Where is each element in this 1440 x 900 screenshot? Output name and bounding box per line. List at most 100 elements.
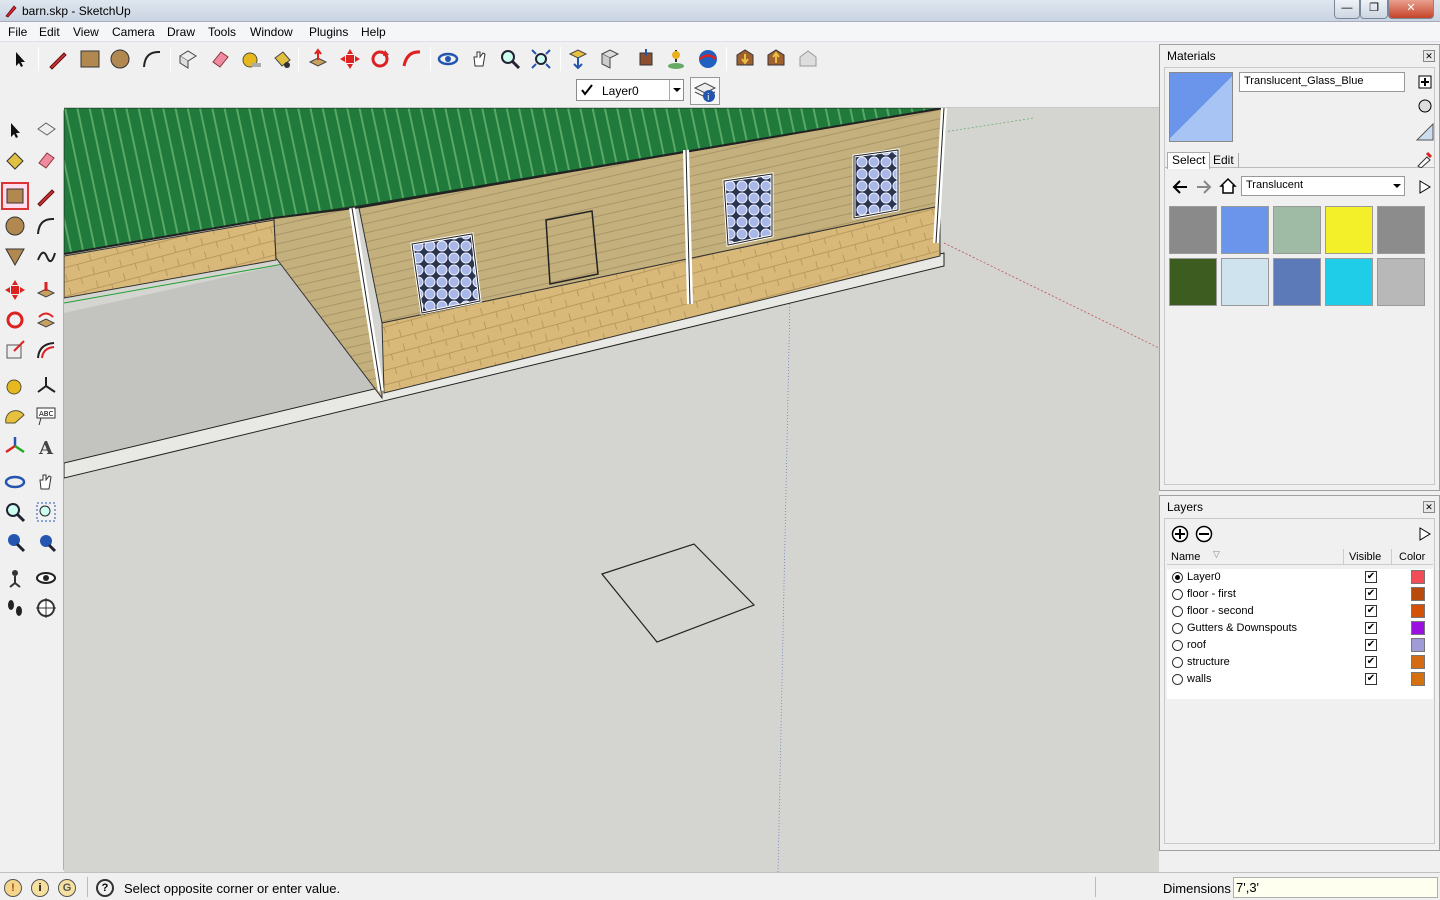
close-icon[interactable]: ✕	[1423, 501, 1435, 513]
zoom-extents-icon[interactable]	[32, 528, 60, 556]
make-component-icon[interactable]	[174, 45, 202, 73]
maximize-button[interactable]: ❐	[1360, 0, 1388, 19]
active-layer-radio[interactable]	[1172, 640, 1183, 651]
visible-checkbox[interactable]: ✔	[1365, 656, 1377, 668]
menu-tools[interactable]: Tools	[208, 25, 236, 39]
material-swatch[interactable]	[1169, 206, 1217, 254]
tape-measure-icon[interactable]	[1, 372, 29, 400]
eraser-icon[interactable]	[32, 146, 60, 174]
pan-icon[interactable]	[32, 468, 60, 496]
add-location-icon[interactable]	[662, 45, 690, 73]
user-icon[interactable]: G	[58, 879, 76, 897]
scale-icon[interactable]	[1, 336, 29, 364]
menu-view[interactable]: View	[73, 25, 99, 39]
section-plane-icon[interactable]	[32, 594, 60, 622]
menu-file[interactable]: File	[8, 25, 27, 39]
extension-warehouse-icon[interactable]	[794, 45, 822, 73]
menu-edit[interactable]: Edit	[39, 25, 60, 39]
zoom-icon[interactable]	[1, 498, 29, 526]
tape-measure-icon[interactable]	[237, 45, 265, 73]
geo-location-icon[interactable]: !	[4, 879, 22, 897]
layer-row[interactable]: Layer0 ✔	[1167, 569, 1435, 586]
minimize-button[interactable]: —	[1334, 0, 1360, 19]
layer-row[interactable]: Gutters & Downspouts ✔	[1167, 620, 1435, 637]
menu-draw[interactable]: Draw	[167, 25, 195, 39]
material-swatch[interactable]	[1377, 206, 1425, 254]
eyedropper-icon[interactable]	[1415, 150, 1433, 168]
tab-edit[interactable]: Edit	[1209, 153, 1239, 168]
line-icon[interactable]	[32, 182, 60, 210]
position-camera-icon[interactable]	[1, 564, 29, 592]
material-swatch[interactable]	[1221, 206, 1269, 254]
active-layer-radio[interactable]	[1172, 606, 1183, 617]
menu-window[interactable]: Window	[250, 25, 293, 39]
get-models-icon[interactable]	[564, 45, 592, 73]
add-layer-icon[interactable]	[1171, 525, 1189, 543]
credits-icon[interactable]: i	[31, 879, 49, 897]
circle-tool-icon[interactable]	[106, 45, 134, 73]
material-swatch[interactable]	[1377, 258, 1425, 306]
pencil-tool-icon[interactable]	[44, 45, 72, 73]
visible-checkbox[interactable]: ✔	[1365, 605, 1377, 617]
material-swatch[interactable]	[1325, 258, 1373, 306]
layer-color-swatch[interactable]	[1411, 638, 1425, 652]
help-icon[interactable]: ?	[96, 879, 114, 897]
push-pull-icon[interactable]	[304, 45, 332, 73]
menu-plugins[interactable]: Plugins	[309, 25, 348, 39]
column-name[interactable]: Name	[1171, 551, 1200, 563]
layer-row[interactable]: structure ✔	[1167, 654, 1435, 671]
look-around-icon[interactable]	[32, 564, 60, 592]
freehand-icon[interactable]	[32, 242, 60, 270]
close-icon[interactable]: ✕	[1423, 50, 1435, 62]
menu-camera[interactable]: Camera	[112, 25, 155, 39]
make-component-icon[interactable]	[32, 116, 60, 144]
delete-layer-icon[interactable]	[1195, 525, 1213, 543]
layer-row[interactable]: floor - first ✔	[1167, 586, 1435, 603]
layer-color-swatch[interactable]	[1411, 604, 1425, 618]
offset-icon[interactable]	[32, 336, 60, 364]
layer-color-swatch[interactable]	[1411, 672, 1425, 686]
details-arrow-icon[interactable]	[1417, 178, 1433, 196]
move-icon[interactable]	[1, 276, 29, 304]
material-name-input[interactable]: Translucent_Glass_Blue	[1239, 72, 1405, 92]
home-icon[interactable]	[1219, 177, 1237, 195]
share-component-icon[interactable]	[632, 45, 660, 73]
follow-me-icon[interactable]	[398, 45, 426, 73]
rotate-tool-icon[interactable]	[366, 45, 394, 73]
eraser-tool-icon[interactable]	[206, 45, 234, 73]
visible-checkbox[interactable]: ✔	[1365, 588, 1377, 600]
layer-dropdown[interactable]: Layer0	[576, 79, 684, 101]
active-layer-radio[interactable]	[1172, 589, 1183, 600]
protractor-icon[interactable]	[1, 402, 29, 430]
column-color[interactable]: Color	[1399, 551, 1425, 563]
layer-row[interactable]: walls ✔	[1167, 671, 1435, 688]
warehouse-download-icon[interactable]	[731, 45, 759, 73]
visible-checkbox[interactable]: ✔	[1365, 622, 1377, 634]
details-arrow-icon[interactable]	[1417, 525, 1433, 543]
layer-color-swatch[interactable]	[1411, 587, 1425, 601]
select-tool-icon[interactable]	[6, 45, 34, 73]
layer-row[interactable]: roof ✔	[1167, 637, 1435, 654]
google-earth-icon[interactable]	[694, 45, 722, 73]
axes-icon[interactable]	[32, 372, 60, 400]
active-layer-radio[interactable]	[1172, 623, 1183, 634]
tab-select[interactable]: Select	[1167, 152, 1211, 169]
layer-manager-button[interactable]: i	[690, 77, 720, 105]
layer-color-swatch[interactable]	[1411, 655, 1425, 669]
create-material-icon[interactable]	[1417, 74, 1433, 90]
material-swatch[interactable]	[1273, 258, 1321, 306]
zoom-extents-icon[interactable]	[527, 45, 555, 73]
dimensions-input[interactable]: 7',3'	[1233, 877, 1438, 898]
select-icon[interactable]	[1, 116, 29, 144]
paint-bucket-icon[interactable]	[1, 146, 29, 174]
text-tool-icon[interactable]: ABC	[32, 402, 60, 430]
modeling-viewport[interactable]	[64, 107, 1159, 872]
active-layer-radio[interactable]	[1172, 657, 1183, 668]
menu-help[interactable]: Help	[361, 25, 386, 39]
circle-icon[interactable]	[1, 212, 29, 240]
paint-bucket-icon[interactable]	[268, 45, 296, 73]
move-tool-icon[interactable]	[336, 45, 364, 73]
orbit-tool-icon[interactable]	[434, 45, 462, 73]
material-swatch[interactable]	[1273, 206, 1321, 254]
arc-tool-icon[interactable]	[138, 45, 166, 73]
